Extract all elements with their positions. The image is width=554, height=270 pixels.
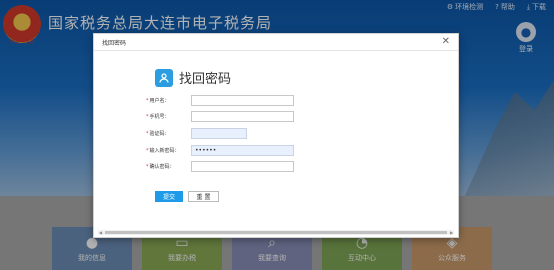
username-input[interactable] [191,95,294,106]
username-label: *用户名： [146,97,191,104]
username-row: *用户名： [146,95,294,106]
confirm-password-label-text: 确认密码： [149,164,175,170]
dialog-heading: 找回密码 [155,68,231,87]
submit-button[interactable]: 提交 [155,191,183,202]
captcha-label-text: 验证码： [149,131,170,137]
dialog-titlebar: 找回密码 ✕ [94,34,458,51]
confirm-password-input[interactable] [191,161,294,172]
retrieve-password-dialog: 找回密码 ✕ 找回密码 *用户名： *手机号： *验证码： *输入新密码： *确… [93,33,459,238]
close-icon[interactable]: ✕ [442,37,450,47]
user-icon [155,68,173,87]
required-mark: * [146,98,149,104]
phone-label: *手机号： [146,113,191,120]
scroll-thumb[interactable] [105,231,447,234]
required-mark: * [146,114,149,120]
captcha-label: *验证码： [146,130,191,137]
required-mark: * [146,131,149,137]
confirm-password-label: *确认密码： [146,163,191,170]
username-label-text: 用户名： [149,98,170,104]
required-mark: * [146,148,149,154]
captcha-row: *验证码： [146,128,247,139]
new-password-row: *输入新密码： [146,145,294,156]
phone-input[interactable] [191,111,294,122]
scroll-left-icon[interactable]: ◀ [98,230,103,235]
required-mark: * [146,164,149,170]
scroll-right-icon[interactable]: ▶ [449,230,454,235]
captcha-input[interactable] [191,128,247,139]
form-actions: 提交 重 置 [155,191,219,202]
new-password-label-text: 输入新密码： [149,148,180,154]
new-password-label: *输入新密码： [146,147,191,154]
confirm-password-row: *确认密码： [146,161,294,172]
dialog-title: 找回密码 [102,39,127,47]
horizontal-scrollbar[interactable]: ◀ ▶ [98,230,454,235]
phone-label-text: 手机号： [149,114,170,120]
new-password-input[interactable] [191,145,294,156]
reset-button[interactable]: 重 置 [188,191,219,202]
heading-text: 找回密码 [179,72,232,87]
phone-row: *手机号： [146,111,294,122]
